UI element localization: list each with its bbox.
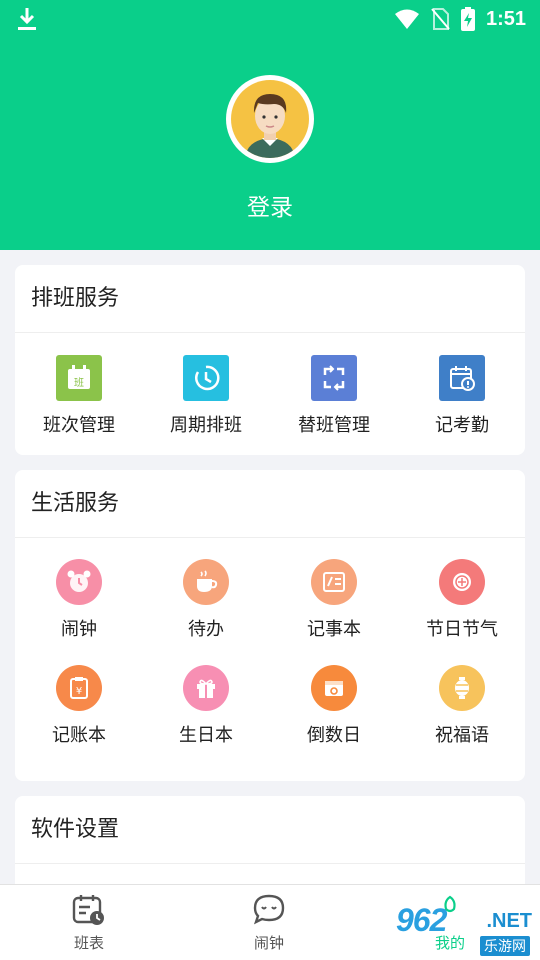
user-avatar-icon bbox=[231, 80, 309, 158]
lantern-festival-icon bbox=[439, 559, 485, 605]
section-title: 排班服务 bbox=[15, 265, 525, 333]
life-services-card: 生活服务 闹钟 待办 记事本 节日节气 ¥ 记账本 生日本 倒数日 祝福语 bbox=[15, 470, 525, 781]
item-label: 节日节气 bbox=[426, 619, 498, 640]
tab-label: 闹钟 bbox=[253, 934, 284, 952]
notebook-icon bbox=[311, 559, 357, 605]
bottom-tab-bar: 班表 闹钟 我的 962 .NET 乐游网 bbox=[0, 884, 540, 960]
attendance-icon bbox=[439, 355, 485, 401]
lantern-icon bbox=[439, 665, 485, 711]
status-bar: 1:51 bbox=[0, 0, 540, 38]
birthday-item[interactable]: 生日本 bbox=[142, 665, 270, 747]
battery-charging-icon bbox=[460, 7, 475, 31]
shift-management-item[interactable]: 班 班次管理 bbox=[15, 355, 143, 437]
item-label: 祝福语 bbox=[435, 725, 489, 746]
alarm-chat-tab-icon bbox=[253, 894, 285, 925]
item-label: 闹钟 bbox=[61, 619, 97, 640]
blessing-item[interactable]: 祝福语 bbox=[398, 665, 526, 747]
swap-icon bbox=[311, 355, 357, 401]
item-label: 替班管理 bbox=[298, 415, 370, 436]
countdown-icon bbox=[311, 665, 357, 711]
tab-schedule[interactable]: 班表 bbox=[39, 893, 139, 953]
gift-icon bbox=[183, 665, 229, 711]
watermark-logo-text: 962 bbox=[396, 902, 447, 938]
avatar[interactable] bbox=[226, 75, 314, 163]
notebook-item[interactable]: 记事本 bbox=[270, 559, 398, 641]
item-label: 记事本 bbox=[307, 619, 361, 640]
watermark-subtext: 乐游网 bbox=[480, 936, 530, 956]
tab-label: 班表 bbox=[73, 934, 104, 952]
section-title: 软件设置 bbox=[15, 796, 525, 864]
section-title: 生活服务 bbox=[15, 470, 525, 538]
alarm-icon bbox=[56, 559, 102, 605]
calendar-shift-icon: 班 bbox=[56, 355, 102, 401]
countdown-item[interactable]: 倒数日 bbox=[270, 665, 398, 747]
watermark-suffix: .NET bbox=[486, 910, 532, 932]
item-label: 记考勤 bbox=[435, 415, 489, 436]
status-time: 1:51 bbox=[485, 7, 526, 30]
item-label: 生日本 bbox=[179, 725, 233, 746]
attendance-item[interactable]: 记考勤 bbox=[398, 355, 526, 437]
todo-item[interactable]: 待办 bbox=[142, 559, 270, 641]
item-label: 待办 bbox=[188, 619, 224, 640]
wifi-icon bbox=[394, 9, 419, 29]
clock-cycle-icon bbox=[183, 355, 229, 401]
item-label: 倒数日 bbox=[307, 725, 361, 746]
tab-alarm[interactable]: 闹钟 bbox=[219, 893, 319, 953]
schedule-tab-icon bbox=[72, 895, 104, 925]
svg-text:班: 班 bbox=[74, 377, 84, 389]
item-label: 班次管理 bbox=[43, 415, 115, 436]
profile-header: 1:51 登录 bbox=[0, 0, 540, 250]
login-button[interactable]: 登录 bbox=[0, 188, 540, 222]
item-label: 记账本 bbox=[52, 725, 106, 746]
ledger-item[interactable]: ¥ 记账本 bbox=[15, 665, 143, 747]
item-label: 周期排班 bbox=[170, 415, 242, 436]
svg-text:¥: ¥ bbox=[76, 686, 82, 697]
site-watermark: 962 .NET 乐游网 bbox=[396, 900, 536, 956]
substitute-management-item[interactable]: 替班管理 bbox=[270, 355, 398, 437]
no-sim-icon bbox=[431, 8, 450, 30]
download-icon bbox=[18, 8, 36, 30]
scheduling-services-card: 排班服务 班 班次管理 周期排班 替班管理 记考勤 bbox=[15, 265, 525, 455]
alarm-item[interactable]: 闹钟 bbox=[15, 559, 143, 641]
cycle-scheduling-item[interactable]: 周期排班 bbox=[142, 355, 270, 437]
ledger-icon: ¥ bbox=[56, 665, 102, 711]
festival-item[interactable]: 节日节气 bbox=[398, 559, 526, 641]
coffee-cup-icon bbox=[183, 559, 229, 605]
